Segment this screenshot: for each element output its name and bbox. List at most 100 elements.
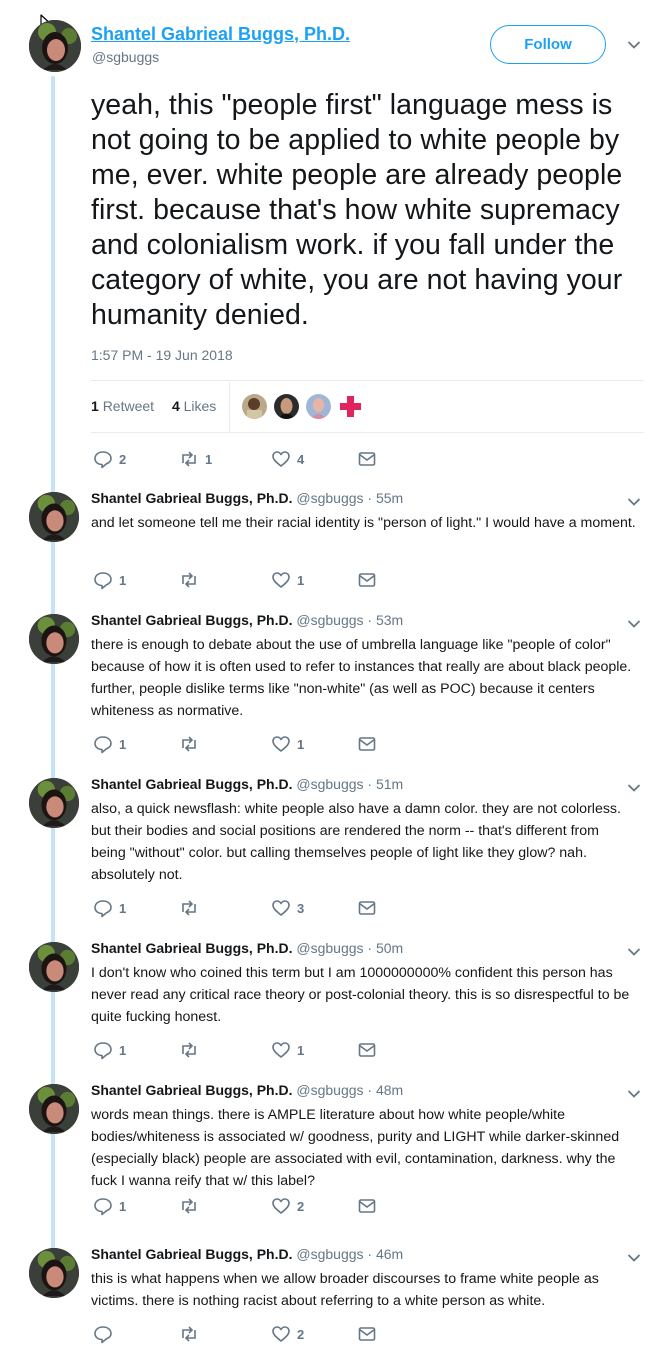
reply-text: I don't know who coined this term but I … — [91, 965, 630, 1025]
reply-meta[interactable]: @sgbuggs · 48m — [296, 1082, 403, 1098]
retweet-button[interactable] — [179, 898, 205, 918]
retweet-icon — [182, 1042, 196, 1058]
direct-message-button[interactable] — [357, 570, 377, 590]
retweet-button[interactable] — [179, 1324, 205, 1344]
reply-author-name[interactable]: Shantel Gabrieal Buggs, Ph.D. — [91, 612, 292, 628]
like-button[interactable]: 4 — [271, 449, 304, 469]
like-count: 4 — [297, 451, 305, 467]
avatar[interactable] — [29, 1084, 79, 1134]
like-count: 4 — [171, 398, 180, 414]
avatar[interactable] — [29, 778, 79, 828]
reply-author-name[interactable]: Shantel Gabrieal Buggs, Ph.D. — [91, 940, 292, 956]
reply-header: Shantel Gabrieal Buggs, Ph.D. @sgbuggs ·… — [91, 1246, 403, 1262]
red-cross-icon[interactable] — [338, 394, 363, 419]
chevron-down-icon[interactable] — [627, 619, 641, 629]
direct-message-button[interactable] — [357, 1040, 377, 1060]
retweet-stat-label[interactable]: Retweet — [103, 398, 154, 414]
chevron-down-icon[interactable] — [627, 1089, 641, 1099]
retweet-button[interactable]: 1 — [179, 449, 212, 469]
reply-count: 1 — [119, 572, 127, 588]
chevron-down-icon[interactable] — [627, 497, 641, 507]
like-button[interactable]: 2 — [271, 1324, 304, 1344]
retweet-button[interactable] — [179, 1040, 205, 1060]
chevron-down-icon[interactable] — [627, 40, 641, 50]
reply-icon — [94, 1326, 112, 1344]
divider — [91, 380, 644, 381]
reply-meta[interactable]: @sgbuggs · 46m — [296, 1246, 403, 1262]
avatar[interactable] — [29, 614, 79, 664]
avatar[interactable] — [29, 1248, 79, 1298]
retweet-icon — [182, 572, 196, 588]
tweet-stats: 1 Retweet 4 Likes — [91, 398, 216, 414]
reply-meta[interactable]: @sgbuggs · 51m — [296, 776, 403, 792]
like-count: 3 — [297, 900, 305, 916]
author-handle[interactable]: @sgbuggs — [92, 49, 159, 65]
liker-avatar[interactable] — [242, 394, 267, 419]
reply-button[interactable]: 1 — [93, 898, 126, 918]
reply-count: 1 — [119, 1198, 127, 1214]
message-icon — [358, 1327, 376, 1341]
like-count: 2 — [297, 1326, 305, 1342]
reply-actions: 1 1 — [91, 570, 391, 590]
retweet-button[interactable] — [179, 570, 205, 590]
reply-text: also, a quick newsflash: white people al… — [91, 801, 621, 883]
retweet-icon — [182, 1198, 196, 1214]
reply-count: 1 — [119, 1042, 127, 1058]
reply-count: 1 — [119, 736, 127, 752]
like-button[interactable]: 1 — [271, 570, 304, 590]
reply-author-name[interactable]: Shantel Gabrieal Buggs, Ph.D. — [91, 1082, 292, 1098]
chevron-down-icon[interactable] — [627, 1253, 641, 1263]
reply-actions: 1 1 — [91, 734, 391, 754]
like-button[interactable]: 2 — [271, 1196, 304, 1216]
reply-count: 2 — [119, 451, 127, 467]
like-count: 1 — [297, 1042, 305, 1058]
divider — [91, 432, 644, 433]
reply-button[interactable]: 1 — [93, 734, 126, 754]
like-button[interactable]: 1 — [271, 734, 304, 754]
follow-button[interactable]: Follow — [490, 25, 606, 64]
reply-text: this is what happens when we allow broad… — [91, 1271, 599, 1309]
reply-button[interactable] — [93, 1324, 119, 1344]
reply-button[interactable]: 1 — [93, 1196, 126, 1216]
reply-text: there is enough to debate about the use … — [91, 637, 632, 719]
reply-author-name[interactable]: Shantel Gabrieal Buggs, Ph.D. — [91, 1246, 292, 1262]
reply-button[interactable]: 1 — [93, 1040, 126, 1060]
reply-author-name[interactable]: Shantel Gabrieal Buggs, Ph.D. — [91, 490, 292, 506]
reply-header: Shantel Gabrieal Buggs, Ph.D. @sgbuggs ·… — [91, 612, 403, 628]
message-icon — [358, 737, 376, 751]
like-button[interactable]: 3 — [271, 898, 304, 918]
like-button[interactable]: 1 — [271, 1040, 304, 1060]
retweet-icon — [182, 736, 196, 752]
reply-button[interactable]: 1 — [93, 570, 126, 590]
like-stat-label[interactable]: Likes — [184, 398, 217, 414]
reply-meta[interactable]: @sgbuggs · 53m — [296, 612, 403, 628]
tweet-timestamp[interactable]: 1:57 PM - 19 Jun 2018 — [91, 347, 233, 363]
direct-message-button[interactable] — [357, 898, 377, 918]
reply-author-name[interactable]: Shantel Gabrieal Buggs, Ph.D. — [91, 776, 292, 792]
thread-connector-line — [51, 76, 55, 1252]
reply-header: Shantel Gabrieal Buggs, Ph.D. @sgbuggs ·… — [91, 776, 403, 792]
avatar[interactable] — [29, 492, 79, 542]
retweet-button[interactable] — [179, 734, 205, 754]
retweet-button[interactable] — [179, 1196, 205, 1216]
message-icon — [358, 573, 376, 587]
avatar[interactable] — [29, 20, 81, 72]
reply-header: Shantel Gabrieal Buggs, Ph.D. @sgbuggs ·… — [91, 940, 403, 956]
reply-icon — [94, 451, 112, 469]
liker-avatar[interactable] — [274, 394, 299, 419]
reply-meta[interactable]: @sgbuggs · 55m — [296, 490, 403, 506]
reply-button[interactable]: 2 — [93, 449, 126, 469]
direct-message-button[interactable] — [357, 1324, 377, 1344]
direct-message-button[interactable] — [357, 449, 377, 469]
direct-message-button[interactable] — [357, 1196, 377, 1216]
chevron-down-icon[interactable] — [627, 783, 641, 793]
author-name[interactable]: Shantel Gabrieal Buggs, Ph.D. — [91, 24, 350, 45]
chevron-down-icon[interactable] — [627, 947, 641, 957]
message-icon — [358, 1043, 376, 1057]
direct-message-button[interactable] — [357, 734, 377, 754]
reply-meta[interactable]: @sgbuggs · 50m — [296, 940, 403, 956]
liker-avatar[interactable] — [306, 394, 331, 419]
reply-icon — [94, 1198, 112, 1216]
message-icon — [358, 1199, 376, 1213]
avatar[interactable] — [29, 942, 79, 992]
